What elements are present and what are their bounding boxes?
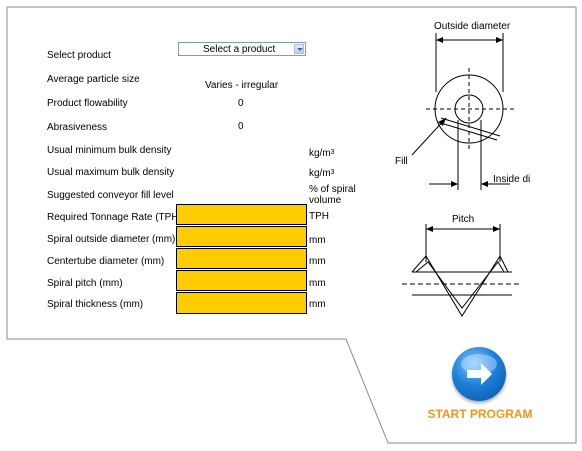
min-density-unit: kg/m3 xyxy=(309,148,335,159)
fill-level-label: Suggested conveyor fill level xyxy=(47,190,174,201)
outside-dia-input[interactable] xyxy=(176,226,307,247)
tonnage-label: Required Tonnage Rate (TPH) xyxy=(47,212,182,223)
tonnage-unit: TPH xyxy=(309,211,329,222)
chevron-down-icon[interactable] xyxy=(294,44,304,54)
fill-label: Fill xyxy=(395,156,408,167)
product-select[interactable]: Select a product xyxy=(178,42,306,56)
start-program-button[interactable] xyxy=(452,347,506,401)
product-select-value: Select a product xyxy=(203,44,276,55)
outside-diameter-label: Outside diameter xyxy=(434,21,511,32)
pitch-input[interactable] xyxy=(176,270,307,291)
centertube-input[interactable] xyxy=(176,248,307,269)
outside-dia-unit: mm xyxy=(309,235,326,246)
tonnage-input[interactable] xyxy=(176,204,307,225)
select-product-label: Select product xyxy=(47,50,111,61)
max-density-label: Usual maximum bulk density xyxy=(47,167,175,178)
centertube-unit: mm xyxy=(309,256,326,267)
start-program-label[interactable]: START PROGRAM xyxy=(424,407,536,421)
abrasiveness-label: Abrasiveness xyxy=(47,122,108,133)
centertube-label: Centertube diameter (mm) xyxy=(47,256,165,267)
min-density-label: Usual minimum bulk density xyxy=(47,145,172,156)
max-density-unit: kg/m3 xyxy=(309,168,335,179)
arrow-right-icon xyxy=(461,354,497,385)
spiral-pitch-diagram: Pitch xyxy=(402,214,520,317)
avg-particle-label: Average particle size xyxy=(47,74,140,85)
pitch-diagram-label: Pitch xyxy=(452,214,474,225)
avg-particle-value: Varies - irregular xyxy=(205,80,279,91)
thickness-unit: mm xyxy=(309,299,326,310)
spiral-cross-section-diagram: Outside diameter Fill Inside di xyxy=(395,21,530,190)
pitch-unit: mm xyxy=(309,278,326,289)
thickness-label: Spiral thickness (mm) xyxy=(47,299,144,310)
abrasiveness-value: 0 xyxy=(238,121,244,132)
thickness-input[interactable] xyxy=(176,292,307,314)
fill-level-unit: % of spiral volume xyxy=(309,184,356,206)
flowability-label: Product flowability xyxy=(47,98,128,109)
pitch-label: Spiral pitch (mm) xyxy=(47,278,123,289)
inside-diameter-label: Inside di xyxy=(493,174,530,185)
outside-dia-label: Spiral outside diameter (mm) xyxy=(47,234,176,245)
flowability-value: 0 xyxy=(238,98,244,109)
